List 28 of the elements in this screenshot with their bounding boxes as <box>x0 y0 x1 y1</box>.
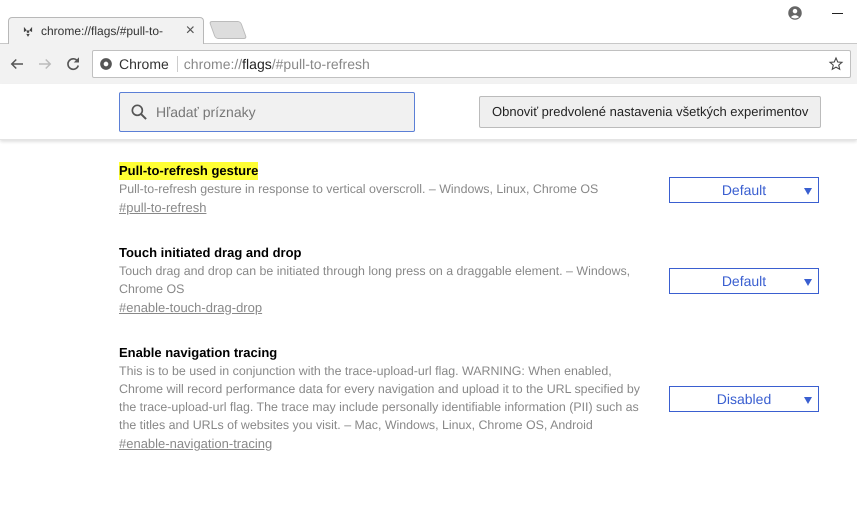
tab-title: chrome://flags/#pull-to- <box>41 24 164 38</box>
address-bar[interactable]: Chrome chrome://flags/#pull-to-refresh <box>92 50 851 78</box>
reload-icon[interactable] <box>64 55 82 73</box>
caret-icon <box>804 188 812 195</box>
caret-icon <box>804 397 812 404</box>
account-icon[interactable] <box>786 4 804 22</box>
reset-button[interactable]: Obnoviť predvolené nastavenia všetkých experimentov <box>479 96 822 128</box>
flag-description: Touch drag and drop can be initiated through long press on a draggable element. – Windows, Chrome OS <box>119 263 632 298</box>
flag-link[interactable]: #pull-to-refresh <box>119 198 206 218</box>
flag-title: Enable navigation tracing <box>119 344 278 362</box>
minimize-icon[interactable] <box>832 12 843 14</box>
browser-tab[interactable]: chrome://flags/#pull-to- × <box>8 17 204 44</box>
caret-icon <box>804 279 812 286</box>
flag-select[interactable]: Default <box>669 177 819 203</box>
flag-link[interactable]: #enable-touch-drag-drop <box>119 298 262 318</box>
flag-description: Pull-to-refresh gesture in response to vertical overscroll. – Windows, Linux, Chrome OS <box>119 181 600 198</box>
origin-label: Chrome <box>119 56 178 72</box>
flag-select[interactable]: Disabled <box>669 386 819 412</box>
search-field[interactable]: Hľadať príznaky <box>119 92 415 132</box>
url-text: chrome://flags/#pull-to-refresh <box>184 56 371 72</box>
flag-title: Touch initiated drag and drop <box>119 244 302 262</box>
flag-title: Pull-to-refresh gesture <box>119 162 258 180</box>
close-icon[interactable]: × <box>186 22 195 40</box>
flag-description: This is to be used in conjunction with the trace-upload-url flag. WARNING: When enabled, Chrome will record performance data for every navigation and upload it to the URL specified by the trace-upload-url flag. The trace may include personally identifiable information (PII) such as the titles and URLs of websites you visit. – Mac, Windows, Linux, Chrome OS, Android <box>119 363 641 434</box>
flag-link[interactable]: #enable-navigation-tracing <box>119 434 272 454</box>
search-icon <box>129 102 149 122</box>
flag-select[interactable]: Default <box>669 268 819 294</box>
star-icon[interactable] <box>828 56 844 72</box>
